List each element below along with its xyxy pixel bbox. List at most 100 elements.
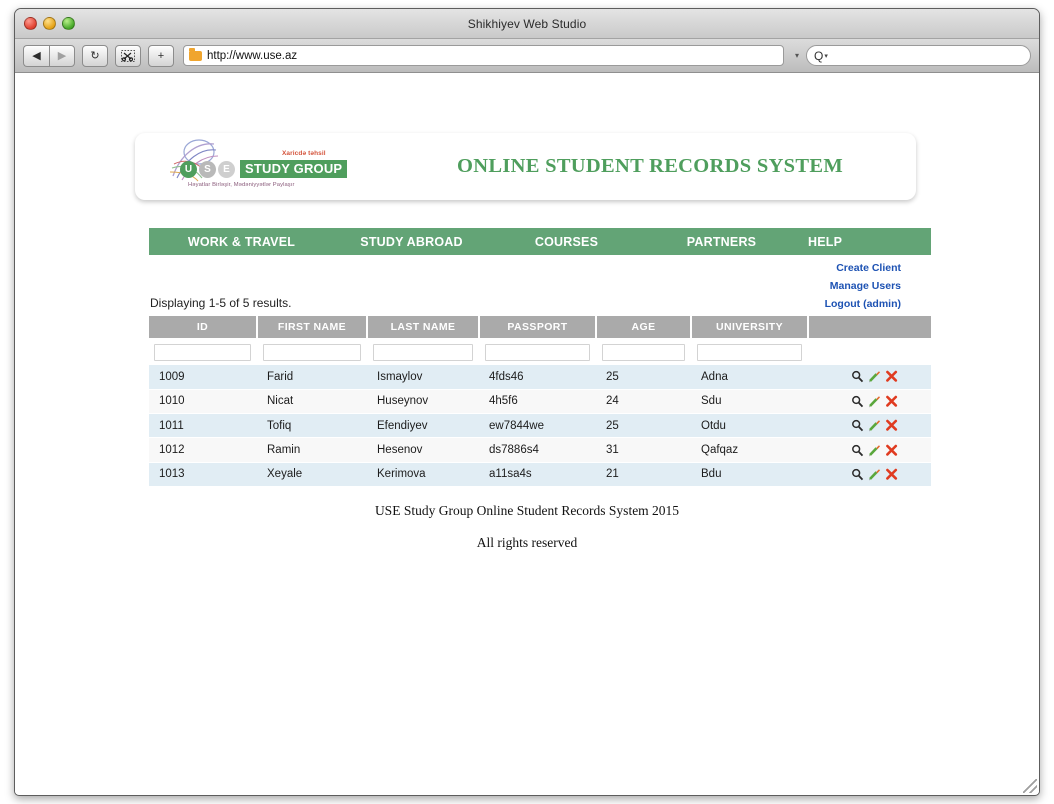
search-input[interactable]: Q ▾ (806, 45, 1031, 66)
column-header-last-name[interactable]: LAST NAME (367, 316, 480, 339)
nav-item-partners[interactable]: PARTNERS (644, 235, 799, 249)
add-bookmark-button[interactable]: + (148, 44, 174, 67)
cell-first-name: Ramin (257, 437, 367, 463)
cell-id: 1013 (149, 462, 257, 487)
delete-row-button[interactable] (885, 419, 898, 432)
footer-line-1: USE Study Group Online Student Records S… (374, 503, 680, 518)
cell-actions (808, 365, 931, 390)
cell-id: 1010 (149, 389, 257, 415)
results-summary: Displaying 1-5 of 5 results. (150, 296, 292, 310)
table-row[interactable]: 1013 Xeyale Kerimova a11sa4s 21 Bdu (149, 462, 931, 487)
minimize-window-button[interactable] (43, 17, 56, 30)
filter-cell-id (149, 338, 258, 365)
cell-age: 25 (596, 413, 691, 439)
students-table: ID FIRST NAME LAST NAME PASSPORT AGE UNI… (149, 316, 932, 487)
update-row-button[interactable] (868, 419, 881, 432)
delete-row-button[interactable] (885, 468, 898, 481)
view-row-button[interactable] (851, 419, 864, 432)
nav-item-courses[interactable]: COURSES (489, 235, 644, 249)
update-row-button[interactable] (868, 370, 881, 383)
nav-item-help[interactable]: HELP (799, 235, 931, 249)
reload-button[interactable]: ↻ (82, 44, 108, 67)
browser-toolbar: ◀ ▶ ↻ + http://www.use.az ▾ Q ▾ (15, 39, 1039, 73)
filter-cell-age (596, 338, 692, 365)
forward-button[interactable]: ▶ (49, 44, 75, 67)
filter-input-age[interactable] (602, 344, 685, 361)
filter-input-passport[interactable] (485, 344, 590, 361)
browser-titlebar: Shikhiyev Web Studio (15, 9, 1039, 39)
logo-tagline: Həyatlar Birləşir, Mədəniyyətlər Paylaşı… (188, 182, 295, 188)
cell-age: 25 (596, 365, 691, 390)
filter-input-first-name[interactable] (263, 344, 361, 361)
cell-id: 1011 (149, 413, 257, 439)
snippet-icon[interactable] (115, 44, 141, 67)
delete-row-button[interactable] (885, 444, 898, 457)
column-header-age[interactable]: AGE (596, 316, 692, 339)
nav-item-work-travel[interactable]: WORK & TRAVEL (149, 235, 334, 249)
user-links: Create Client Manage Users Logout (admin… (761, 259, 901, 314)
filter-input-university[interactable] (697, 344, 802, 361)
column-header-first-name[interactable]: FIRST NAME (257, 316, 368, 339)
filter-input-last-name[interactable] (373, 344, 473, 361)
update-row-button[interactable] (868, 468, 881, 481)
column-header-id[interactable]: ID (149, 316, 258, 339)
cell-first-name: Tofiq (257, 413, 367, 439)
nav-button-group: ◀ ▶ (23, 44, 75, 67)
filter-input-id[interactable] (154, 344, 251, 361)
cell-actions (808, 462, 931, 487)
cell-passport: ds7886s4 (479, 437, 596, 463)
cell-actions (808, 413, 931, 439)
back-button[interactable]: ◀ (23, 44, 49, 67)
create-client-link[interactable]: Create Client (761, 259, 901, 277)
logo-wordmark: U S E STUDY GROUP (180, 160, 348, 178)
cell-university: Adna (691, 365, 808, 390)
delete-x-icon (886, 419, 898, 431)
view-row-button[interactable] (851, 444, 864, 457)
logo-subtitle: Xaricdə təhsil (282, 150, 326, 157)
window-resize-grip[interactable] (1023, 779, 1037, 793)
delete-row-button[interactable] (885, 370, 898, 383)
cell-first-name: Farid (257, 365, 367, 390)
column-header-passport[interactable]: PASSPORT (479, 316, 597, 339)
cell-first-name: Xeyale (257, 462, 367, 487)
folder-icon (189, 47, 202, 61)
table-row[interactable]: 1009 Farid Ismaylov 4fds46 25 Adna (149, 365, 931, 390)
filter-cell-university (691, 338, 809, 365)
filter-cell-actions (808, 338, 932, 365)
update-row-button[interactable] (868, 395, 881, 408)
cell-age: 24 (596, 389, 691, 415)
nav-item-study-abroad[interactable]: STUDY ABROAD (334, 235, 489, 249)
table-row[interactable]: 1012 Ramin Hesenov ds7886s4 31 Qafqaz (149, 437, 931, 463)
search-icon: Q (814, 48, 824, 63)
cell-passport: 4fds46 (479, 365, 596, 390)
pencil-icon (869, 469, 880, 481)
manage-users-link[interactable]: Manage Users (761, 277, 901, 295)
column-header-university[interactable]: UNIVERSITY (691, 316, 809, 339)
delete-row-button[interactable] (885, 395, 898, 408)
cell-id: 1009 (149, 365, 257, 390)
table-row[interactable]: 1011 Tofiq Efendiyev ew7844we 25 Otdu (149, 413, 931, 439)
cell-university: Sdu (691, 389, 808, 415)
update-row-button[interactable] (868, 444, 881, 457)
table-header-row: ID FIRST NAME LAST NAME PASSPORT AGE UNI… (149, 316, 931, 339)
logo[interactable]: Xaricdə təhsil U S E STUDY GROUP Həyatla… (160, 138, 375, 196)
footer-line-2: All rights reserved (476, 535, 578, 550)
cell-passport: 4h5f6 (479, 389, 596, 415)
magnifier-icon (852, 468, 864, 481)
view-row-button[interactable] (851, 468, 864, 481)
view-row-button[interactable] (851, 370, 864, 383)
window-title: Shikhiyev Web Studio (467, 17, 587, 31)
view-row-button[interactable] (851, 395, 864, 408)
close-window-button[interactable] (24, 17, 37, 30)
chevron-down-icon[interactable]: ▾ (795, 51, 799, 60)
cell-first-name: Nicat (257, 389, 367, 415)
cell-last-name: Huseynov (367, 389, 479, 415)
search-options-chevron-icon[interactable]: ▾ (824, 52, 828, 60)
address-bar[interactable]: http://www.use.az (183, 45, 784, 66)
logout-link[interactable]: Logout (admin) (761, 295, 901, 313)
filter-cell-passport (479, 338, 597, 365)
delete-x-icon (886, 468, 898, 480)
delete-x-icon (886, 395, 898, 407)
zoom-window-button[interactable] (62, 17, 75, 30)
table-row[interactable]: 1010 Nicat Huseynov 4h5f6 24 Sdu (149, 389, 931, 415)
